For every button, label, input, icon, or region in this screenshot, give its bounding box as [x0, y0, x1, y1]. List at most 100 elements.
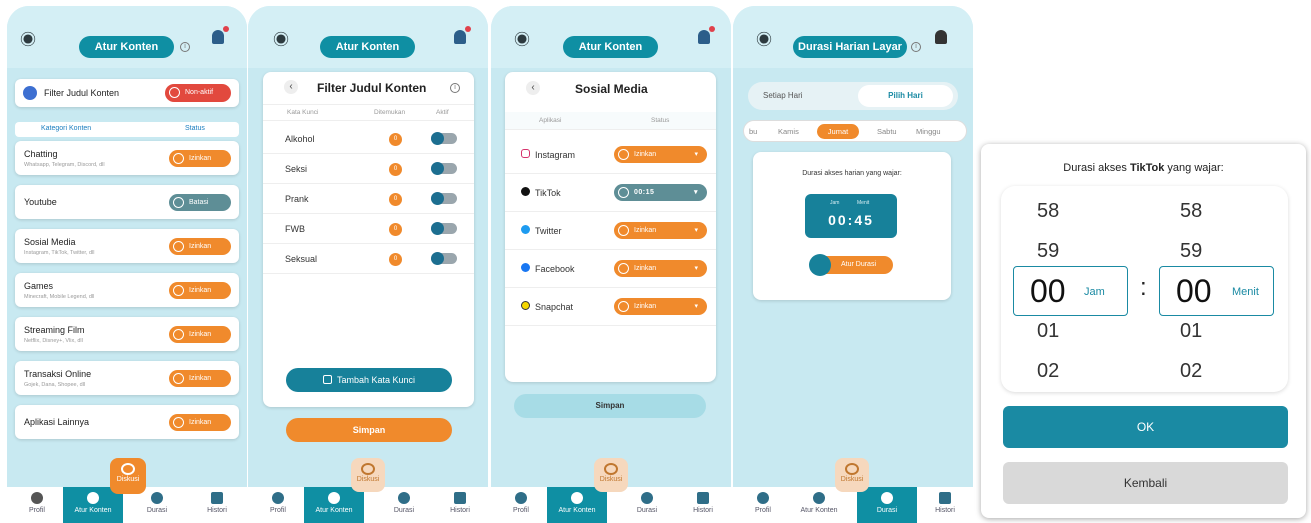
status-button[interactable]: Izinkan — [169, 150, 231, 167]
status-button[interactable]: Izinkan — [169, 326, 231, 343]
keyword: Seksi — [285, 164, 308, 174]
settings-icon[interactable] — [517, 34, 527, 44]
status-dropdown[interactable]: 00:15 ▾ — [614, 184, 707, 201]
segment-every-day[interactable]: Setiap Hari — [763, 91, 803, 100]
day-chip[interactable]: Sabtu — [877, 127, 897, 136]
nav-atur-konten[interactable]: Atur Konten — [789, 487, 849, 523]
nav-profil[interactable]: Profil — [733, 487, 793, 523]
notification-icon[interactable] — [454, 26, 471, 44]
list-item[interactable]: Youtube Batasi — [15, 185, 239, 219]
nav-durasi[interactable]: Durasi — [374, 487, 434, 523]
settings-icon[interactable] — [759, 34, 769, 44]
status-dropdown[interactable]: Izinkan ▾ — [614, 146, 707, 163]
col-status: Status — [185, 125, 205, 132]
active-toggle[interactable] — [431, 192, 457, 205]
diskusi-button[interactable]: Diskusi — [351, 458, 385, 492]
diskusi-button[interactable]: Diskusi — [110, 458, 146, 494]
hour-option[interactable]: 01 — [1037, 320, 1059, 343]
bottom-nav: Profil Atur Konten Durasi Histori — [491, 487, 731, 523]
back-icon[interactable]: ‹ — [526, 81, 540, 95]
notification-icon[interactable] — [212, 26, 229, 44]
diskusi-button[interactable]: Diskusi — [594, 458, 628, 492]
filter-status-button[interactable]: Non-aktif — [165, 84, 231, 102]
list-item[interactable]: Games Minecraft, Mobile Legend, dll Izin… — [15, 273, 239, 307]
status-button[interactable]: Batasi — [169, 194, 231, 211]
active-toggle[interactable] — [431, 222, 457, 235]
list-item[interactable]: Sosial Media Instagram, TikTok, Twitter,… — [15, 229, 239, 263]
nav-profil[interactable]: Profil — [248, 487, 308, 523]
nav-histori[interactable]: Histori — [430, 487, 488, 523]
diskusi-label: Diskusi — [116, 476, 140, 483]
minute-option[interactable]: 59 — [1180, 240, 1202, 263]
list-item[interactable]: Transaksi Online Gojek, Dana, Shopee, dl… — [15, 361, 239, 395]
hour-option[interactable]: 58 — [1037, 200, 1059, 223]
keyword: Prank — [285, 194, 309, 204]
nav-histori[interactable]: Histori — [915, 487, 973, 523]
nav-profil[interactable]: Profil — [491, 487, 551, 523]
nav-atur-konten[interactable]: Atur Konten — [304, 487, 364, 523]
active-toggle[interactable] — [431, 162, 457, 175]
status-dropdown[interactable]: Izinkan ▾ — [614, 260, 707, 277]
segment-pick-day[interactable]: Pilih Hari — [858, 85, 953, 107]
diskusi-button[interactable]: Diskusi — [835, 458, 869, 492]
settings-icon[interactable] — [23, 34, 33, 44]
hour-unit: Jam — [1084, 286, 1105, 298]
status-dropdown[interactable]: Izinkan ▾ — [614, 222, 707, 239]
facebook-icon — [521, 263, 530, 272]
filter-row[interactable]: Filter Judul Konten Non-aktif — [15, 79, 239, 107]
title-suffix: yang wajar: — [1164, 162, 1224, 174]
chevron-down-icon: ▾ — [694, 265, 698, 272]
day-chip[interactable]: bu — [749, 127, 757, 136]
table-header: Kata Kunci Ditemukan Aktif — [263, 104, 474, 121]
status-button[interactable]: Izinkan — [169, 414, 231, 431]
col-category: Kategori Konten — [41, 125, 92, 132]
info-icon[interactable]: i — [180, 42, 190, 52]
edit-duration-button[interactable]: Atur Durasi — [809, 254, 893, 276]
duration-card: Durasi akses harian yang wajar: Jam Meni… — [753, 152, 951, 300]
col-active: Aktif — [436, 109, 449, 116]
save-button[interactable]: Simpan — [286, 418, 452, 442]
hour-selected[interactable]: 00 Jam — [1013, 266, 1128, 316]
day-chip[interactable]: Kamis — [778, 127, 799, 136]
settings-icon[interactable] — [276, 34, 286, 44]
day-chip[interactable]: Minggu — [916, 127, 941, 136]
nav-durasi[interactable]: Durasi — [617, 487, 677, 523]
list-item[interactable]: Chatting Whatsapp, Telegram, Discord, dl… — [15, 141, 239, 175]
row-sub: Netflix, Disney+, Vlix, dll — [24, 338, 83, 344]
ok-button[interactable]: OK — [1003, 406, 1288, 448]
diskusi-label: Diskusi — [356, 476, 380, 483]
status-button[interactable]: Izinkan — [169, 238, 231, 255]
save-button[interactable]: Simpan — [514, 394, 706, 418]
back-icon[interactable]: ‹ — [284, 80, 298, 94]
active-toggle[interactable] — [431, 252, 457, 265]
list-item[interactable]: Aplikasi Lainnya Izinkan — [15, 405, 239, 439]
add-keyword-button[interactable]: Tambah Kata Kunci — [286, 368, 452, 392]
notification-icon[interactable] — [935, 30, 947, 44]
status-button[interactable]: Izinkan — [169, 282, 231, 299]
shield-icon — [87, 492, 99, 504]
info-icon[interactable]: i — [911, 42, 921, 52]
minute-selected[interactable]: 00 Menit — [1159, 266, 1274, 316]
status-dropdown[interactable]: Izinkan ▾ — [614, 298, 707, 315]
status-button[interactable]: Izinkan — [169, 370, 231, 387]
app-stage: Atur Konten i Filter Judul Konten Non-ak… — [0, 0, 1311, 523]
nav-atur-konten[interactable]: Atur Konten — [547, 487, 607, 523]
minute-option[interactable]: 01 — [1180, 320, 1202, 343]
day-chip-active[interactable]: Jumat — [817, 124, 859, 139]
nav-histori[interactable]: Histori — [187, 487, 247, 523]
info-icon[interactable]: i — [450, 83, 460, 93]
nav-histori[interactable]: Histori — [673, 487, 731, 523]
nav-durasi[interactable]: Durasi — [857, 487, 917, 523]
active-toggle[interactable] — [431, 132, 457, 145]
diskusi-label: Diskusi — [599, 476, 623, 483]
minute-option[interactable]: 02 — [1180, 360, 1202, 383]
minute-unit: Menit — [1232, 286, 1259, 298]
notification-icon[interactable] — [698, 26, 715, 44]
hour-option[interactable]: 59 — [1037, 240, 1059, 263]
minute-option[interactable]: 58 — [1180, 200, 1202, 223]
list-item[interactable]: Streaming Film Netflix, Disney+, Vlix, d… — [15, 317, 239, 351]
row-sub: Whatsapp, Telegram, Discord, dll — [24, 162, 105, 168]
nav-profil[interactable]: Profil — [7, 487, 67, 523]
back-button[interactable]: Kembali — [1003, 462, 1288, 504]
hour-option[interactable]: 02 — [1037, 360, 1059, 383]
